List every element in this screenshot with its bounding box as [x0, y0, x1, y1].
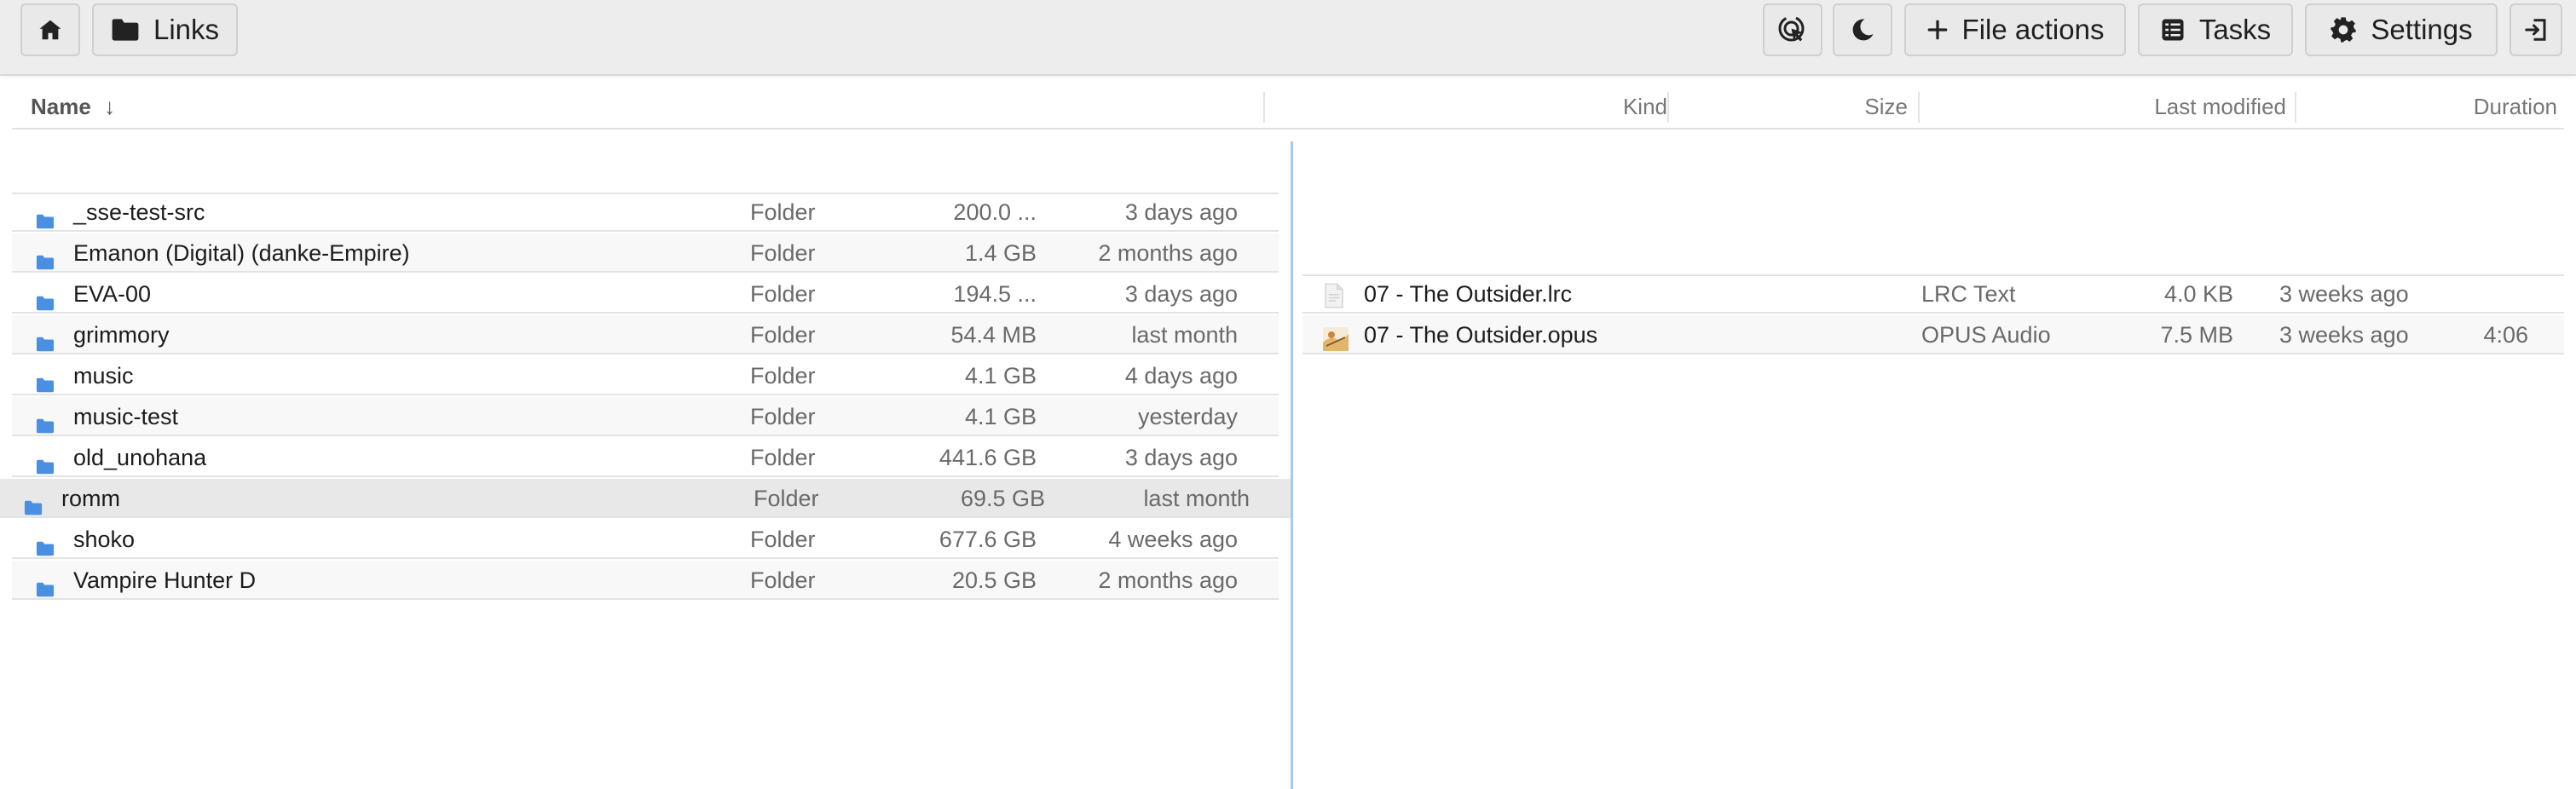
item-modified: last month [1131, 322, 1238, 348]
item-name: grimmory [73, 322, 170, 348]
item-size: 441.6 GB [939, 445, 1037, 470]
item-kind: Folder [754, 486, 819, 511]
item-modified: yesterday [1137, 404, 1238, 429]
tasks-list-icon [2160, 17, 2186, 43]
list-item[interactable]: music Folder 4.1 GB 4 days ago [12, 356, 1279, 395]
links-label: Links [153, 14, 220, 45]
item-modified: 3 days ago [1124, 445, 1238, 470]
parent-spacer-row [12, 143, 1279, 194]
column-name[interactable]: Name ↓ [31, 87, 115, 126]
column-last-modified[interactable]: Last modified [1972, 87, 2286, 126]
album-art-icon [1323, 324, 1349, 363]
column-kind[interactable]: Kind [1461, 87, 1667, 126]
item-size: 54.4 MB [950, 322, 1037, 348]
list-item[interactable]: _sse-test-src Folder 200.0 ... 3 days ag… [12, 193, 1279, 232]
item-name: EVA-00 [73, 281, 152, 307]
item-name: romm [61, 486, 120, 511]
item-modified: last month [1143, 486, 1250, 511]
list-item[interactable]: Emanon (Digital) (danke-Empire) Folder 1… [12, 233, 1279, 273]
item-kind: Folder [750, 404, 816, 429]
target-cursor-icon [1777, 14, 1808, 45]
item-size: 7.5 MB [2160, 322, 2233, 348]
column-name-label: Name [31, 94, 91, 119]
gear-icon [2330, 16, 2357, 43]
item-name: 07 - The Outsider.lrc [1364, 281, 1573, 307]
item-name: Emanon (Digital) (danke-Empire) [73, 240, 410, 266]
dark-mode-toggle[interactable] [1833, 3, 1892, 56]
list-item[interactable]: shoko Folder 677.6 GB 4 weeks ago [12, 520, 1279, 559]
item-size: 4.0 KB [2163, 281, 2233, 307]
item-modified: 3 days ago [1124, 199, 1238, 225]
item-modified: 2 months ago [1098, 567, 1238, 593]
item-kind: Folder [750, 445, 816, 470]
preview-spacer [1302, 143, 2564, 276]
item-kind: Folder [750, 567, 816, 593]
item-kind: Folder [750, 363, 816, 389]
item-modified: 3 days ago [1124, 281, 1238, 307]
column-separator[interactable] [1263, 92, 1265, 123]
column-separator[interactable] [2295, 92, 2296, 123]
item-size: 4.1 GB [964, 404, 1037, 429]
list-item[interactable]: old_unohana Folder 441.6 GB 3 days ago [12, 438, 1279, 477]
item-name: _sse-test-src [73, 199, 205, 225]
list-item[interactable]: 07 - The Outsider.lrc LRC Text 4.0 KB 3 … [1302, 274, 2564, 314]
plus-icon [1926, 19, 1949, 41]
top-toolbar: Links File actions Tasks Settings [0, 0, 2576, 76]
item-size: 194.5 ... [953, 281, 1037, 307]
item-duration: 4:06 [2483, 322, 2528, 348]
sort-arrow-down-icon: ↓ [104, 94, 116, 119]
column-duration[interactable]: Duration [2331, 87, 2557, 126]
item-kind: Folder [750, 281, 816, 307]
item-name: music [73, 363, 134, 389]
moon-icon [1850, 17, 1875, 43]
list-item[interactable]: Vampire Hunter D Folder 20.5 GB 2 months… [12, 561, 1279, 600]
item-kind: Folder [750, 322, 816, 348]
item-modified: 4 days ago [1124, 363, 1238, 389]
list-item[interactable]: grimmory Folder 54.4 MB last month [12, 315, 1279, 354]
item-name: Vampire Hunter D [73, 567, 257, 593]
item-modified: 2 months ago [1098, 240, 1238, 266]
list-item[interactable]: EVA-00 Folder 194.5 ... 3 days ago [12, 274, 1279, 314]
tasks-button[interactable]: Tasks [2138, 3, 2293, 56]
file-actions-label: File actions [1961, 14, 2105, 45]
item-kind: Folder [750, 199, 816, 225]
folder-icon [111, 18, 140, 42]
column-size[interactable]: Size [1717, 87, 1908, 126]
item-size: 4.1 GB [964, 363, 1037, 389]
settings-button[interactable]: Settings [2305, 3, 2498, 56]
item-size: 200.0 ... [953, 199, 1037, 225]
home-button[interactable] [20, 3, 80, 56]
item-name: music-test [73, 404, 179, 429]
column-header-row: Name ↓ Kind Size Last modified Duration [12, 87, 2564, 130]
pane-divider[interactable] [1291, 141, 1293, 789]
file-actions-button[interactable]: File actions [1904, 3, 2126, 56]
item-kind: OPUS Audio [1921, 322, 2051, 348]
item-size: 69.5 GB [960, 486, 1045, 511]
settings-label: Settings [2371, 14, 2473, 45]
item-modified: 3 weeks ago [2279, 322, 2409, 348]
home-icon [38, 17, 63, 43]
item-kind: Folder [750, 527, 816, 552]
column-separator[interactable] [1667, 92, 1669, 123]
links-button[interactable]: Links [92, 3, 238, 56]
list-item[interactable]: 07 - The Outsider.opus OPUS Audio 7.5 MB… [1302, 315, 2564, 354]
item-kind: Folder [750, 240, 816, 266]
logout-button[interactable] [2510, 3, 2562, 56]
logout-icon [2523, 17, 2549, 43]
item-name: 07 - The Outsider.opus [1364, 322, 1598, 348]
item-name: old_unohana [73, 445, 207, 470]
column-separator[interactable] [1918, 92, 1920, 123]
tasks-label: Tasks [2198, 14, 2272, 45]
item-kind: LRC Text [1921, 281, 2016, 307]
item-size: 677.6 GB [939, 527, 1037, 552]
item-modified: 4 weeks ago [1108, 527, 1238, 552]
folder-icon [36, 571, 55, 610]
target-cursor-button[interactable] [1763, 3, 1822, 56]
item-size: 1.4 GB [964, 240, 1037, 266]
item-name: shoko [73, 527, 136, 552]
item-modified: 3 weeks ago [2279, 281, 2409, 307]
list-item-selected[interactable]: romm Folder 69.5 GB last month [0, 479, 1291, 518]
item-size: 20.5 GB [951, 567, 1037, 593]
list-item[interactable]: music-test Folder 4.1 GB yesterday [12, 397, 1279, 436]
